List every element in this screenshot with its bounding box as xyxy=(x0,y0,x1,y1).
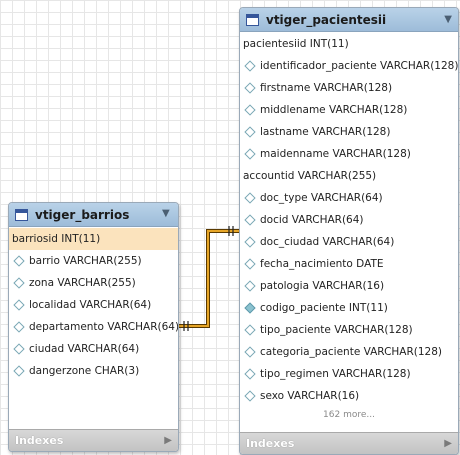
field-label: categoria_paciente VARCHAR(128) xyxy=(260,346,443,358)
field-label: departamento VARCHAR(64) xyxy=(29,321,179,333)
column-icon xyxy=(244,390,256,402)
table-field[interactable]: doc_ciudad VARCHAR(64) xyxy=(240,231,458,253)
column-icon xyxy=(244,346,256,358)
table-field[interactable]: accountid VARCHAR(255) xyxy=(240,165,458,187)
field-label: patologia VARCHAR(16) xyxy=(260,280,385,292)
table-field[interactable]: tipo_regimen VARCHAR(128) xyxy=(240,363,458,385)
table-title: vtiger_pacientesii xyxy=(266,12,387,27)
field-label: middlename VARCHAR(128) xyxy=(260,104,408,116)
column-icon xyxy=(244,148,256,160)
more-fields-label[interactable]: 162 more... xyxy=(240,407,458,423)
collapse-arrow-icon[interactable]: ▼ xyxy=(444,14,452,25)
column-icon xyxy=(244,258,256,270)
table-title: vtiger_barrios xyxy=(35,207,130,222)
field-label: fecha_nacimiento DATE xyxy=(260,258,384,270)
table-field[interactable]: identificador_paciente VARCHAR(128) xyxy=(240,55,458,77)
field-label: dangerzone CHAR(3) xyxy=(29,365,140,377)
column-icon xyxy=(13,299,25,311)
indexes-section[interactable]: Indexes ▶ xyxy=(240,432,458,454)
table-header[interactable]: vtiger_pacientesii ▼ xyxy=(240,8,458,32)
table-icon xyxy=(15,208,28,221)
field-label: accountid VARCHAR(255) xyxy=(243,170,377,182)
column-icon xyxy=(13,365,25,377)
field-label: codigo_paciente INT(11) xyxy=(260,302,388,314)
table-field[interactable]: localidad VARCHAR(64) xyxy=(9,294,178,316)
table-field[interactable]: sexo VARCHAR(16) xyxy=(240,385,458,407)
column-icon xyxy=(244,280,256,292)
column-icon xyxy=(244,192,256,204)
field-label: identificador_paciente VARCHAR(128) xyxy=(260,60,459,72)
field-label: sexo VARCHAR(16) xyxy=(260,390,360,402)
table-field[interactable]: middlename VARCHAR(128) xyxy=(240,99,458,121)
field-label: tipo_regimen VARCHAR(128) xyxy=(260,368,411,380)
column-icon xyxy=(244,104,256,116)
table-field[interactable]: ciudad VARCHAR(64) xyxy=(9,338,178,360)
field-list: pacientesiid INT(11) identificador_pacien… xyxy=(240,32,458,407)
column-icon xyxy=(244,82,256,94)
table-field[interactable]: pacientesiid INT(11) xyxy=(240,33,458,55)
column-icon xyxy=(244,214,256,226)
field-label: localidad VARCHAR(64) xyxy=(29,299,152,311)
table-field[interactable]: maidenname VARCHAR(128) xyxy=(240,143,458,165)
table-field[interactable]: barrio VARCHAR(255) xyxy=(9,250,178,272)
table-field[interactable]: codigo_paciente INT(11) xyxy=(240,297,458,319)
field-label: lastname VARCHAR(128) xyxy=(260,126,391,138)
field-label: doc_ciudad VARCHAR(64) xyxy=(260,236,395,248)
field-label: maidenname VARCHAR(128) xyxy=(260,148,411,160)
field-label: barrio VARCHAR(255) xyxy=(29,255,142,267)
field-label: barriosid INT(11) xyxy=(12,233,101,245)
column-icon xyxy=(244,126,256,138)
column-icon xyxy=(13,255,25,267)
indexes-section[interactable]: Indexes ▶ xyxy=(9,429,178,451)
table-vtiger-pacientesii[interactable]: vtiger_pacientesii ▼ pacientesiid INT(11… xyxy=(239,7,459,455)
table-field[interactable]: zona VARCHAR(255) xyxy=(9,272,178,294)
indexed-column-icon xyxy=(244,302,256,314)
field-label: firstname VARCHAR(128) xyxy=(260,82,393,94)
field-label: ciudad VARCHAR(64) xyxy=(29,343,140,355)
table-field[interactable]: departamento VARCHAR(64) xyxy=(9,316,178,338)
table-field[interactable]: dangerzone CHAR(3) xyxy=(9,360,178,382)
column-icon xyxy=(244,324,256,336)
table-field[interactable]: docid VARCHAR(64) xyxy=(240,209,458,231)
column-icon xyxy=(13,277,25,289)
table-field[interactable]: lastname VARCHAR(128) xyxy=(240,121,458,143)
table-field[interactable]: categoria_paciente VARCHAR(128) xyxy=(240,341,458,363)
field-label: pacientesiid INT(11) xyxy=(243,38,349,50)
field-label: doc_type VARCHAR(64) xyxy=(260,192,383,204)
table-header[interactable]: vtiger_barrios xyxy=(9,203,178,227)
table-field[interactable]: fecha_nacimiento DATE xyxy=(240,253,458,275)
field-label: docid VARCHAR(64) xyxy=(260,214,364,226)
table-field[interactable]: patologia VARCHAR(16) xyxy=(240,275,458,297)
collapse-arrow-icon[interactable]: ▼ xyxy=(162,208,170,219)
expand-arrow-icon[interactable]: ▶ xyxy=(444,438,452,449)
column-icon xyxy=(244,368,256,380)
table-field[interactable]: firstname VARCHAR(128) xyxy=(240,77,458,99)
column-icon xyxy=(13,343,25,355)
column-icon xyxy=(13,321,25,333)
primary-key-field[interactable]: barriosid INT(11) xyxy=(9,228,178,250)
field-label: zona VARCHAR(255) xyxy=(29,277,136,289)
table-field[interactable]: doc_type VARCHAR(64) xyxy=(240,187,458,209)
table-icon xyxy=(246,13,259,26)
indexes-label: Indexes xyxy=(246,437,295,450)
column-icon xyxy=(244,236,256,248)
field-label: tipo_paciente VARCHAR(128) xyxy=(260,324,413,336)
expand-arrow-icon[interactable]: ▶ xyxy=(164,435,172,446)
table-vtiger-barrios[interactable]: vtiger_barrios barriosid INT(11) barrio V… xyxy=(8,202,179,452)
field-list: barriosid INT(11) barrio VARCHAR(255) zona… xyxy=(9,227,178,382)
table-field[interactable]: tipo_paciente VARCHAR(128) xyxy=(240,319,458,341)
indexes-label: Indexes xyxy=(15,434,64,447)
column-icon xyxy=(244,60,256,72)
